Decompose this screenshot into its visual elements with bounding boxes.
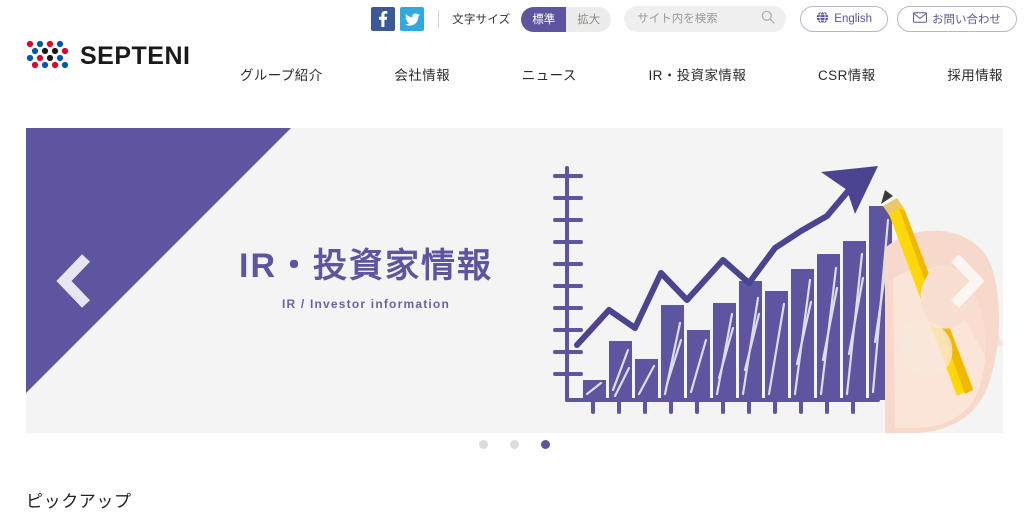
hand-with-pencil-illustration: [881, 190, 1003, 433]
hero-title: IR・投資家情報: [239, 247, 493, 285]
hero-text-block: IR・投資家情報 IR / Investor information: [166, 247, 566, 312]
carousel-prev-button[interactable]: [56, 253, 90, 308]
search-box[interactable]: [624, 6, 787, 32]
search-input[interactable]: [637, 13, 756, 25]
nav-item-news[interactable]: ニュース: [522, 64, 577, 84]
nav-item-ir[interactable]: IR・投資家情報: [649, 64, 747, 84]
nav-item-group[interactable]: グループ紹介: [240, 64, 323, 84]
font-size-label: 文字サイズ: [452, 14, 511, 26]
chart-bars: [583, 206, 892, 400]
facebook-icon: [379, 11, 388, 27]
growth-chart-illustration: [553, 166, 1003, 433]
nav-item-csr[interactable]: CSR情報: [818, 64, 876, 84]
carousel-next-button[interactable]: [951, 253, 985, 308]
pickup-section-title: ピックアップ: [26, 492, 132, 511]
twitter-icon: [404, 12, 420, 26]
utility-divider: [438, 10, 440, 28]
twitter-button[interactable]: [400, 7, 425, 31]
carousel-pagination: [26, 440, 1003, 449]
mail-icon: [913, 12, 927, 26]
language-english-label: English: [834, 13, 872, 25]
language-english-button[interactable]: English: [800, 6, 888, 32]
social-links: [371, 7, 425, 31]
hero-subtitle: IR / Investor information: [281, 297, 450, 312]
utility-bar: 文字サイズ 標準 拡大 サイト内を検索 English お問い合わせ: [0, 0, 1029, 38]
logo-text: SEPTENI: [80, 41, 191, 70]
logo[interactable]: SEPTENI: [26, 40, 190, 72]
font-size-standard-button[interactable]: 標準: [521, 6, 567, 32]
nav-item-recruit[interactable]: 採用情報: [947, 64, 1003, 84]
hero-banner[interactable]: IR・投資家情報 IR / Investor information: [26, 128, 1003, 433]
carousel-dot-2[interactable]: [510, 440, 519, 449]
contact-button[interactable]: お問い合わせ: [897, 6, 1017, 32]
main-navigation: グループ紹介 会社情報 ニュース IR・投資家情報 CSR情報 採用情報: [240, 64, 1003, 84]
font-size-switcher: 標準 拡大: [521, 6, 612, 32]
font-size-large-button[interactable]: 拡大: [566, 6, 612, 32]
globe-icon: [816, 11, 829, 27]
facebook-button[interactable]: [371, 7, 396, 31]
septeni-dots-icon: [26, 40, 69, 69]
site-header: SEPTENI グループ紹介 会社情報 ニュース IR・投資家情報 CSR情報 …: [0, 34, 1029, 136]
carousel-dot-3[interactable]: [541, 440, 550, 449]
contact-label: お問い合わせ: [932, 14, 1001, 26]
search-icon: [761, 10, 776, 29]
page-root: 文字サイズ 標準 拡大 サイト内を検索 English お問い合わせ SEPTE…: [0, 0, 1029, 522]
carousel-dot-1[interactable]: [479, 440, 488, 449]
nav-item-company[interactable]: 会社情報: [394, 64, 450, 84]
